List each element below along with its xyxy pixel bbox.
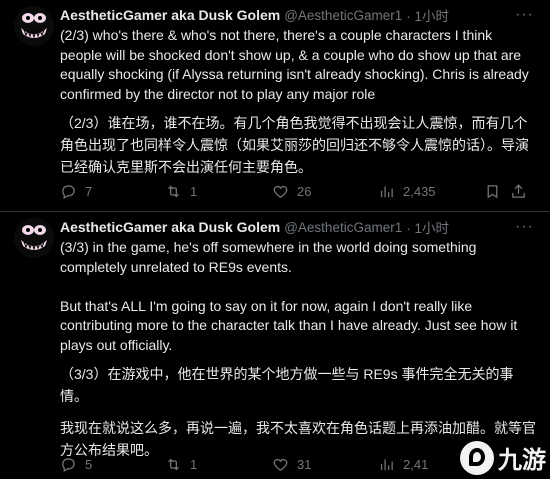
- tweet-text-chinese: （3/3）在游戏中，他在世界的某个地方做一些与 RE9s 事件完全无关的事情。: [60, 366, 514, 404]
- retweet-button[interactable]: 1: [165, 183, 272, 200]
- reply-button[interactable]: 7: [60, 183, 165, 200]
- tweet-text-chinese: （2/3）谁在场，谁不在场。有几个角色我觉得不出现会让人震惊，而有几个 角色出现…: [60, 115, 529, 175]
- avatar-image: [14, 218, 54, 258]
- author-name[interactable]: AestheticGamer aka Dusk Golem: [60, 7, 280, 23]
- tweet-text-english: (2/3) who's there & who's not there, the…: [60, 27, 529, 102]
- bookmark-button[interactable]: [484, 183, 510, 200]
- tweet-time[interactable]: · 1小时: [406, 217, 449, 237]
- views-chart-icon: [380, 186, 393, 198]
- retweet-icon: [168, 458, 179, 471]
- like-count: 31: [297, 457, 312, 472]
- like-button[interactable]: 31: [272, 456, 378, 473]
- tweet-actions: 7 1 26 2,435: [60, 183, 530, 200]
- retweet-icon: [168, 185, 179, 198]
- like-count: 26: [297, 184, 312, 199]
- views-chart-icon: [380, 459, 393, 471]
- heart-icon: [273, 458, 288, 471]
- tweet-2[interactable]: AestheticGamer aka Dusk Golem @Aesthetic…: [0, 212, 550, 479]
- reply-icon: [62, 458, 75, 473]
- retweet-button[interactable]: 1: [165, 456, 272, 473]
- share-button[interactable]: [510, 183, 527, 200]
- retweet-count: 1: [190, 457, 198, 472]
- avatar[interactable]: [14, 218, 54, 258]
- share-icon: [512, 184, 525, 198]
- more-options-icon[interactable]: ···: [515, 6, 534, 24]
- reply-count: 5: [85, 457, 93, 472]
- retweet-count: 1: [190, 184, 198, 199]
- reply-icon: [62, 185, 75, 200]
- heart-icon: [273, 185, 288, 198]
- avatar[interactable]: [14, 6, 54, 46]
- reply-count: 7: [85, 184, 93, 199]
- bookmark-icon: [487, 185, 498, 199]
- tweet-header: AestheticGamer aka Dusk Golem @Aesthetic…: [60, 4, 538, 26]
- tweet-text-english: (3/3) in the game, he's off somewhere in…: [60, 239, 518, 353]
- views-count: 2,41: [403, 457, 429, 472]
- avatar-image: [14, 6, 54, 46]
- views-button[interactable]: 2,435: [378, 183, 484, 200]
- views-count: 2,435: [403, 184, 436, 199]
- watermark-logo-icon: [460, 440, 494, 475]
- watermark-text: 九游: [498, 447, 546, 474]
- site-watermark: 九游: [460, 440, 546, 475]
- tweet-header: AestheticGamer aka Dusk Golem @Aesthetic…: [60, 216, 538, 238]
- author-handle[interactable]: @AestheticGamer1: [284, 220, 402, 235]
- more-options-icon[interactable]: ···: [515, 218, 534, 236]
- reply-button[interactable]: 5: [60, 456, 165, 473]
- author-handle[interactable]: @AestheticGamer1: [284, 8, 402, 23]
- tweet-time[interactable]: · 1小时: [406, 5, 449, 25]
- tweet-1[interactable]: AestheticGamer aka Dusk Golem @Aesthetic…: [0, 0, 550, 211]
- like-button[interactable]: 26: [272, 183, 378, 200]
- author-name[interactable]: AestheticGamer aka Dusk Golem: [60, 219, 280, 235]
